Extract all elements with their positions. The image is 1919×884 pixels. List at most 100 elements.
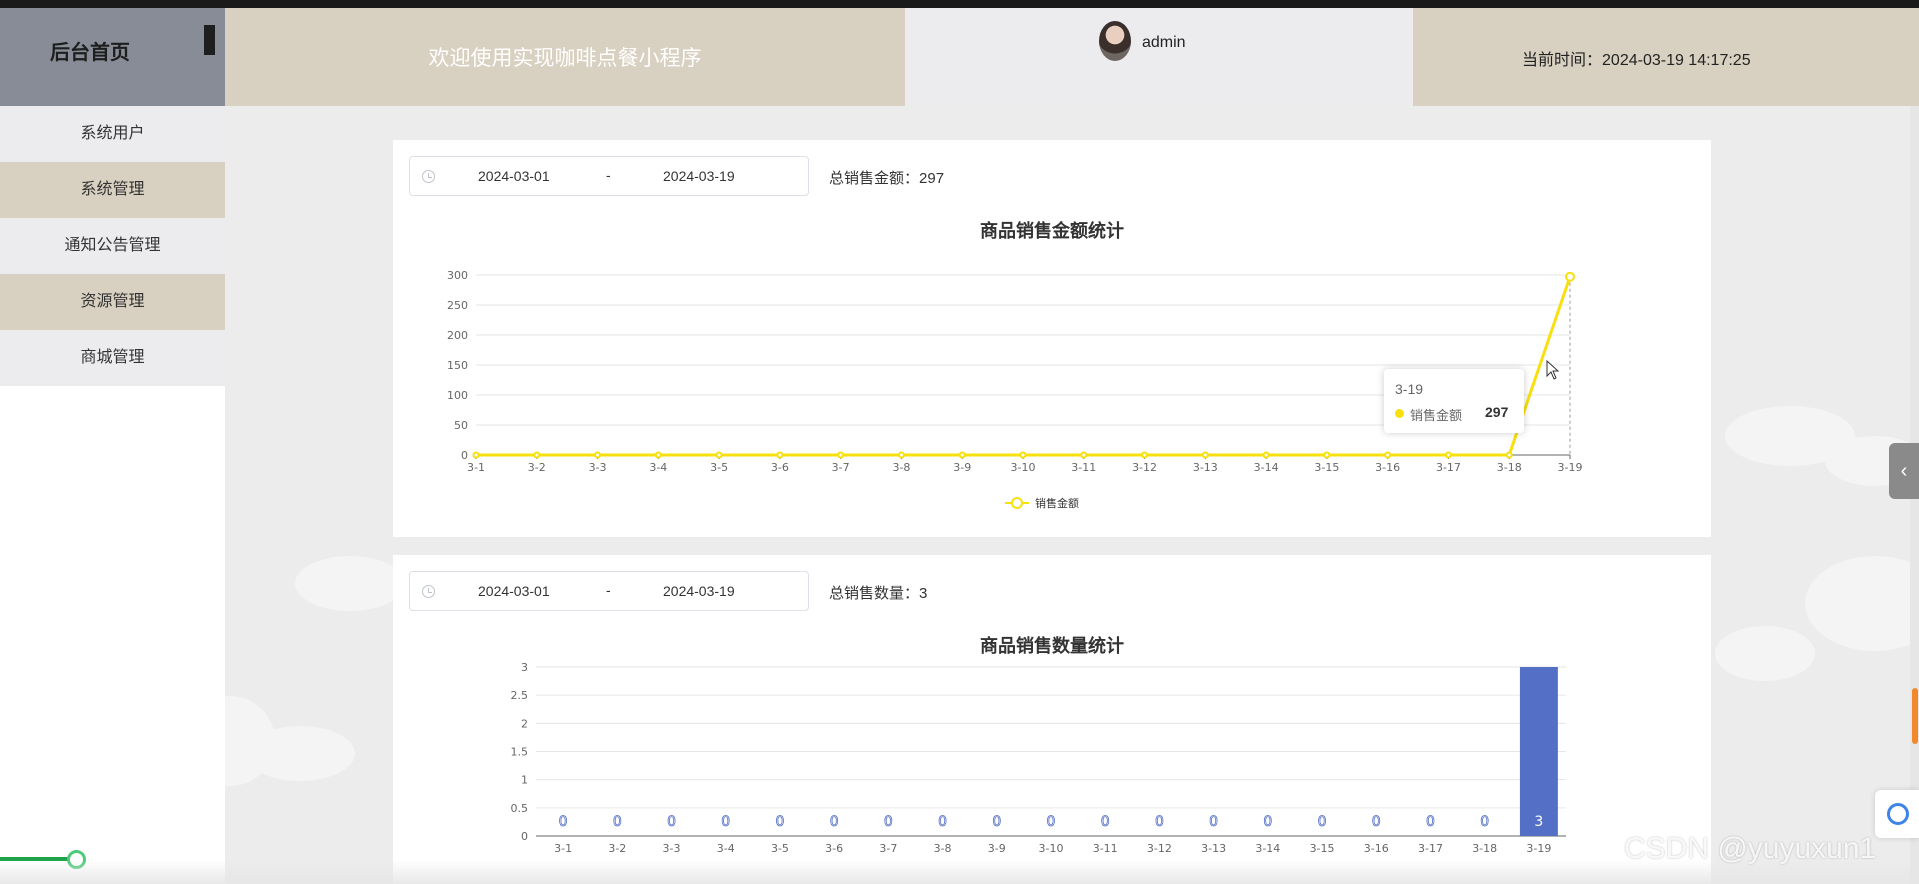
data-point xyxy=(1262,451,1270,459)
x-tick-label: 3-16 xyxy=(1375,461,1400,474)
y-tick-label: 0 xyxy=(521,830,528,843)
menu-toggle-icon[interactable] xyxy=(204,25,215,55)
x-tick-label: 3-18 xyxy=(1472,842,1497,855)
user-panel[interactable]: admin xyxy=(905,8,1413,106)
mouse-cursor-icon xyxy=(1546,360,1560,380)
sidebar: 系统用户 系统管理 通知公告管理 资源管理 商城管理 xyxy=(0,106,225,884)
username[interactable]: admin xyxy=(1142,34,1186,52)
x-tick-label: 3-15 xyxy=(1314,461,1339,474)
x-tick-label: 3-5 xyxy=(710,461,728,474)
sales-quantity-bar-chart[interactable]: 0 0.5 1 1.5 2 2.5 3 3-1 3-2 3-3 3-4 3-5 3-6 3-7 3-8 3-9… xyxy=(393,555,1711,884)
data-point xyxy=(1019,451,1027,459)
background-bubble xyxy=(295,556,405,611)
sales-quantity-card: 2024-03-01 - 2024-03-19 总销售数量：3 商品销售数量统计… xyxy=(393,555,1711,884)
y-tick-label: 0.5 xyxy=(511,802,529,815)
x-tick-label: 3-5 xyxy=(771,842,789,855)
y-tick-label: 100 xyxy=(447,389,468,402)
sidebar-item-system-management[interactable]: 系统管理 xyxy=(0,162,225,218)
time-label: 当前时间： xyxy=(1522,52,1603,69)
x-tick-label: 3-4 xyxy=(717,842,735,855)
x-tick-label: 3-6 xyxy=(771,461,789,474)
bar-data-label: 0 xyxy=(613,814,622,830)
bar-data-label: 0 xyxy=(559,814,568,830)
bar-data-label: 0 xyxy=(938,814,947,830)
chevron-left-icon[interactable]: ‹ xyxy=(1889,443,1919,499)
x-tick-label: 3-2 xyxy=(608,842,626,855)
data-point xyxy=(1323,451,1331,459)
data-point xyxy=(533,451,541,459)
x-tick-label: 3-8 xyxy=(934,842,952,855)
sidebar-item-system-users[interactable]: 系统用户 xyxy=(0,106,225,162)
tooltip-series-name: 销售金额 xyxy=(1410,408,1463,423)
x-tick-label: 3-17 xyxy=(1418,842,1443,855)
x-tick-label: 3-9 xyxy=(953,461,971,474)
x-tick-label: 3-2 xyxy=(528,461,546,474)
legend-label: 销售金额 xyxy=(1035,496,1079,510)
bar-data-label: 0 xyxy=(1480,814,1489,830)
x-tick-label: 3-7 xyxy=(879,842,897,855)
x-tick-label: 3-16 xyxy=(1364,842,1389,855)
tooltip-date: 3-19 xyxy=(1395,381,1424,397)
x-tick-label: 3-12 xyxy=(1147,842,1172,855)
home-panel[interactable]: 后台首页 xyxy=(0,8,225,106)
data-point xyxy=(472,451,480,459)
float-widget[interactable] xyxy=(1875,790,1919,838)
bar-data-label: 0 xyxy=(1101,814,1110,830)
data-point xyxy=(1384,451,1392,459)
x-tick-label: 3-11 xyxy=(1093,842,1118,855)
x-tick-label: 3-14 xyxy=(1254,461,1279,474)
data-point xyxy=(958,451,966,459)
x-tick-label: 3-3 xyxy=(663,842,681,855)
y-tick-label: 150 xyxy=(447,359,468,372)
sales-amount-line-chart[interactable]: 0501001502002503003-1 3-2 3-3 3-4 3-5 3-6 3-7 3… xyxy=(393,140,1711,537)
sidebar-item-mall-management[interactable]: 商城管理 xyxy=(0,330,225,386)
y-tick-label: 200 xyxy=(447,329,468,342)
x-tick-label: 3-15 xyxy=(1310,842,1335,855)
sales-amount-card: 2024-03-01 - 2024-03-19 总销售金额：297 商品销售金额… xyxy=(393,140,1711,537)
data-point xyxy=(837,451,845,459)
x-tick-label: 3-13 xyxy=(1193,461,1218,474)
time-panel: 当前时间：2024-03-19 14:17:25 xyxy=(1413,8,1919,106)
bar-data-label: 0 xyxy=(884,814,893,830)
time-value: 2024-03-19 14:17:25 xyxy=(1602,52,1751,69)
tooltip-series-dot xyxy=(1395,409,1404,418)
x-tick-label: 3-8 xyxy=(892,461,910,474)
y-tick-label: 300 xyxy=(447,269,468,282)
data-point xyxy=(776,451,784,459)
data-point xyxy=(897,451,905,459)
x-tick-label: 3-1 xyxy=(467,461,485,474)
scrollbar-thumb[interactable] xyxy=(1912,688,1918,744)
current-time: 当前时间：2024-03-19 14:17:25 xyxy=(1522,46,1751,70)
welcome-panel: 欢迎使用实现咖啡点餐小程序 xyxy=(225,8,905,106)
y-tick-label: 3 xyxy=(521,661,528,674)
bar-data-label: 0 xyxy=(1372,814,1381,830)
data-point xyxy=(1444,451,1452,459)
x-tick-label: 3-4 xyxy=(649,461,667,474)
bar-data-label: 0 xyxy=(1047,814,1056,830)
home-title[interactable]: 后台首页 xyxy=(50,36,130,65)
assistant-icon[interactable] xyxy=(1887,803,1909,825)
bar xyxy=(1519,667,1558,836)
welcome-text: 欢迎使用实现咖啡点餐小程序 xyxy=(428,47,702,70)
x-tick-label: 3-12 xyxy=(1132,461,1157,474)
bar-data-label: 0 xyxy=(992,814,1001,830)
x-tick-label: 3-17 xyxy=(1436,461,1461,474)
y-tick-label: 1.5 xyxy=(511,746,529,759)
avatar[interactable] xyxy=(1099,21,1131,61)
bar-data-label: 0 xyxy=(1263,814,1272,830)
chart-tooltip: 3-19 销售金额 297 xyxy=(1384,369,1524,433)
bar-data-label: 0 xyxy=(1155,814,1164,830)
x-tick-label: 3-19 xyxy=(1526,842,1551,855)
x-tick-label: 3-13 xyxy=(1201,842,1226,855)
bottom-fade xyxy=(0,860,1919,884)
bar-data-label: 3 xyxy=(1534,814,1543,830)
y-tick-label: 50 xyxy=(454,419,468,432)
data-point xyxy=(654,451,662,459)
sidebar-item-resource-management[interactable]: 资源管理 xyxy=(0,274,225,330)
x-tick-label: 3-1 xyxy=(554,842,572,855)
y-tick-label: 2.5 xyxy=(511,689,529,702)
legend-marker xyxy=(1011,497,1023,509)
sidebar-item-notice-management[interactable]: 通知公告管理 xyxy=(0,218,225,274)
x-tick-label: 3-9 xyxy=(988,842,1006,855)
x-tick-label: 3-11 xyxy=(1071,461,1096,474)
